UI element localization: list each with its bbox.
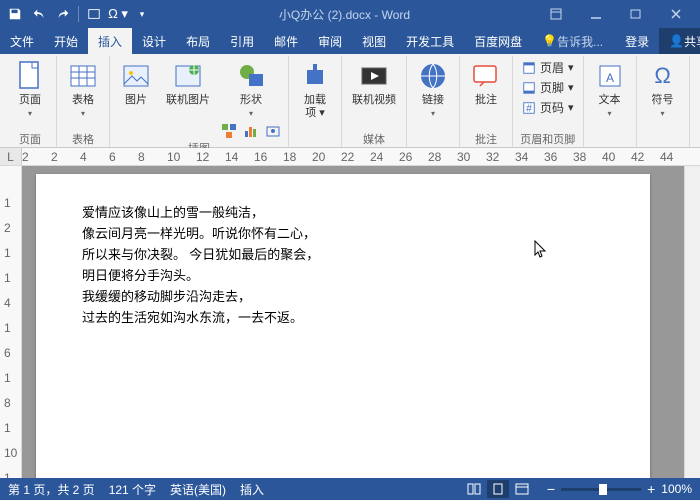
pictures-button[interactable]: 图片 xyxy=(116,58,156,109)
page-number-button[interactable]: #页码 ▾ xyxy=(519,98,577,117)
zoom-level[interactable]: 100% xyxy=(661,482,692,496)
doc-line: 爱情应该像山上的雪一般纯洁， xyxy=(82,202,604,223)
chevron-down-icon: ▾ xyxy=(608,109,612,118)
doc-line: 过去的生活宛如沟水东流，一去不返。 xyxy=(82,307,604,328)
tab-insert[interactable]: 插入 xyxy=(88,28,132,54)
tab-home[interactable]: 开始 xyxy=(44,28,88,54)
ribbon-display-icon[interactable] xyxy=(536,0,576,28)
textbox-icon: A xyxy=(594,60,626,92)
text-button[interactable]: A 文本 ▾ xyxy=(590,58,630,120)
smartart-icon[interactable] xyxy=(220,122,238,140)
chart-icon[interactable] xyxy=(242,122,260,140)
tab-design[interactable]: 设计 xyxy=(132,28,176,54)
tab-selector[interactable]: L xyxy=(0,148,22,165)
comment-icon xyxy=(470,60,502,92)
comment-button[interactable]: 批注 xyxy=(466,58,506,109)
link-icon xyxy=(417,60,449,92)
tab-file[interactable]: 文件 xyxy=(0,28,44,54)
header-button[interactable]: 页眉 ▾ xyxy=(519,58,577,77)
shapes-button[interactable]: 形状 ▾ xyxy=(220,58,282,120)
doc-line: 我缓缓的移动脚步沿沟走去， xyxy=(82,286,604,307)
vertical-scrollbar[interactable] xyxy=(684,166,700,478)
svg-text:#: # xyxy=(526,102,532,114)
zoom-slider[interactable] xyxy=(561,488,641,491)
redo-icon[interactable] xyxy=(52,3,74,25)
word-count[interactable]: 121 个字 xyxy=(109,481,156,498)
tab-references[interactable]: 引用 xyxy=(220,28,264,54)
omega-icon[interactable]: Ω ▾ xyxy=(107,3,129,25)
chevron-down-icon: ▾ xyxy=(28,109,32,118)
page-indicator[interactable]: 第 1 页，共 2 页 xyxy=(8,481,95,498)
addins-button[interactable]: 加载项 ▾ xyxy=(295,58,335,122)
chevron-down-icon: ▾ xyxy=(81,109,85,118)
pages-button[interactable]: 页面 ▾ xyxy=(10,58,50,120)
print-layout-icon[interactable] xyxy=(487,480,509,498)
doc-line: 所以来与你决裂。 今日犹如最后的聚会， xyxy=(82,244,604,265)
horizontal-ruler[interactable]: L 22468101214161820222426283032343638404… xyxy=(0,148,700,166)
zoom-out-button[interactable]: − xyxy=(547,481,555,497)
svg-text:A: A xyxy=(606,71,614,85)
screenshot-icon[interactable] xyxy=(264,122,282,140)
share-button[interactable]: 👤 共享 xyxy=(659,28,700,54)
omega-icon: Ω xyxy=(647,60,679,92)
web-layout-icon[interactable] xyxy=(511,480,533,498)
qat-customize-icon[interactable]: ▾ xyxy=(131,3,153,25)
close-icon[interactable] xyxy=(656,0,696,28)
insert-mode[interactable]: 插入 xyxy=(240,481,264,498)
tell-me[interactable]: 💡 告诉我... xyxy=(532,28,613,54)
links-button[interactable]: 链接 ▾ xyxy=(413,58,453,120)
doc-line: 像云间月亮一样光明。听说你怀有二心， xyxy=(82,223,604,244)
chevron-down-icon: ▾ xyxy=(431,109,435,118)
online-video-button[interactable]: 联机视频 xyxy=(348,58,400,109)
document-page[interactable]: 爱情应该像山上的雪一般纯洁， 像云间月亮一样光明。听说你怀有二心， 所以来与你决… xyxy=(36,174,650,478)
minimize-icon[interactable] xyxy=(576,0,616,28)
online-pictures-button[interactable]: 联机图片 xyxy=(162,58,214,109)
footer-button[interactable]: 页脚 ▾ xyxy=(519,78,577,97)
table-button[interactable]: 表格 ▾ xyxy=(63,58,103,120)
addin-icon xyxy=(299,60,331,92)
ribbon: 页面 ▾ 页面 表格 ▾ 表格 图片 联机图片 xyxy=(0,54,700,148)
picture-icon xyxy=(120,60,152,92)
zoom-in-button[interactable]: + xyxy=(647,481,655,497)
language-indicator[interactable]: 英语(美国) xyxy=(170,481,226,498)
tab-layout[interactable]: 布局 xyxy=(176,28,220,54)
video-icon xyxy=(358,60,390,92)
tab-mailings[interactable]: 邮件 xyxy=(264,28,308,54)
table-icon xyxy=(67,60,99,92)
maximize-icon[interactable] xyxy=(616,0,656,28)
symbols-button[interactable]: Ω 符号 ▾ xyxy=(643,58,683,120)
status-bar: 第 1 页，共 2 页 121 个字 英语(美国) 插入 − + 100% xyxy=(0,478,700,500)
save-icon[interactable] xyxy=(4,3,26,25)
qat-extra1-icon[interactable] xyxy=(83,3,105,25)
vertical-ruler[interactable]: 121 141 618 1101 12 xyxy=(0,166,22,478)
ribbon-tabs: 文件 开始 插入 设计 布局 引用 邮件 审阅 视图 开发工具 百度网盘 💡 告… xyxy=(0,28,700,54)
read-mode-icon[interactable] xyxy=(463,480,485,498)
tab-view[interactable]: 视图 xyxy=(352,28,396,54)
page-icon xyxy=(14,60,46,92)
chevron-down-icon: ▾ xyxy=(249,109,253,118)
doc-line: 明日便将分手沟头。 xyxy=(82,265,604,286)
undo-icon[interactable] xyxy=(28,3,50,25)
login-button[interactable]: 登录 xyxy=(615,28,659,54)
tab-baidu[interactable]: 百度网盘 xyxy=(464,28,532,54)
chevron-down-icon: ▾ xyxy=(661,109,665,118)
online-picture-icon xyxy=(172,60,204,92)
window-title: 小Q办公 (2).docx - Word xyxy=(153,6,536,23)
tab-developer[interactable]: 开发工具 xyxy=(396,28,464,54)
tab-review[interactable]: 审阅 xyxy=(308,28,352,54)
shapes-icon xyxy=(235,60,267,92)
